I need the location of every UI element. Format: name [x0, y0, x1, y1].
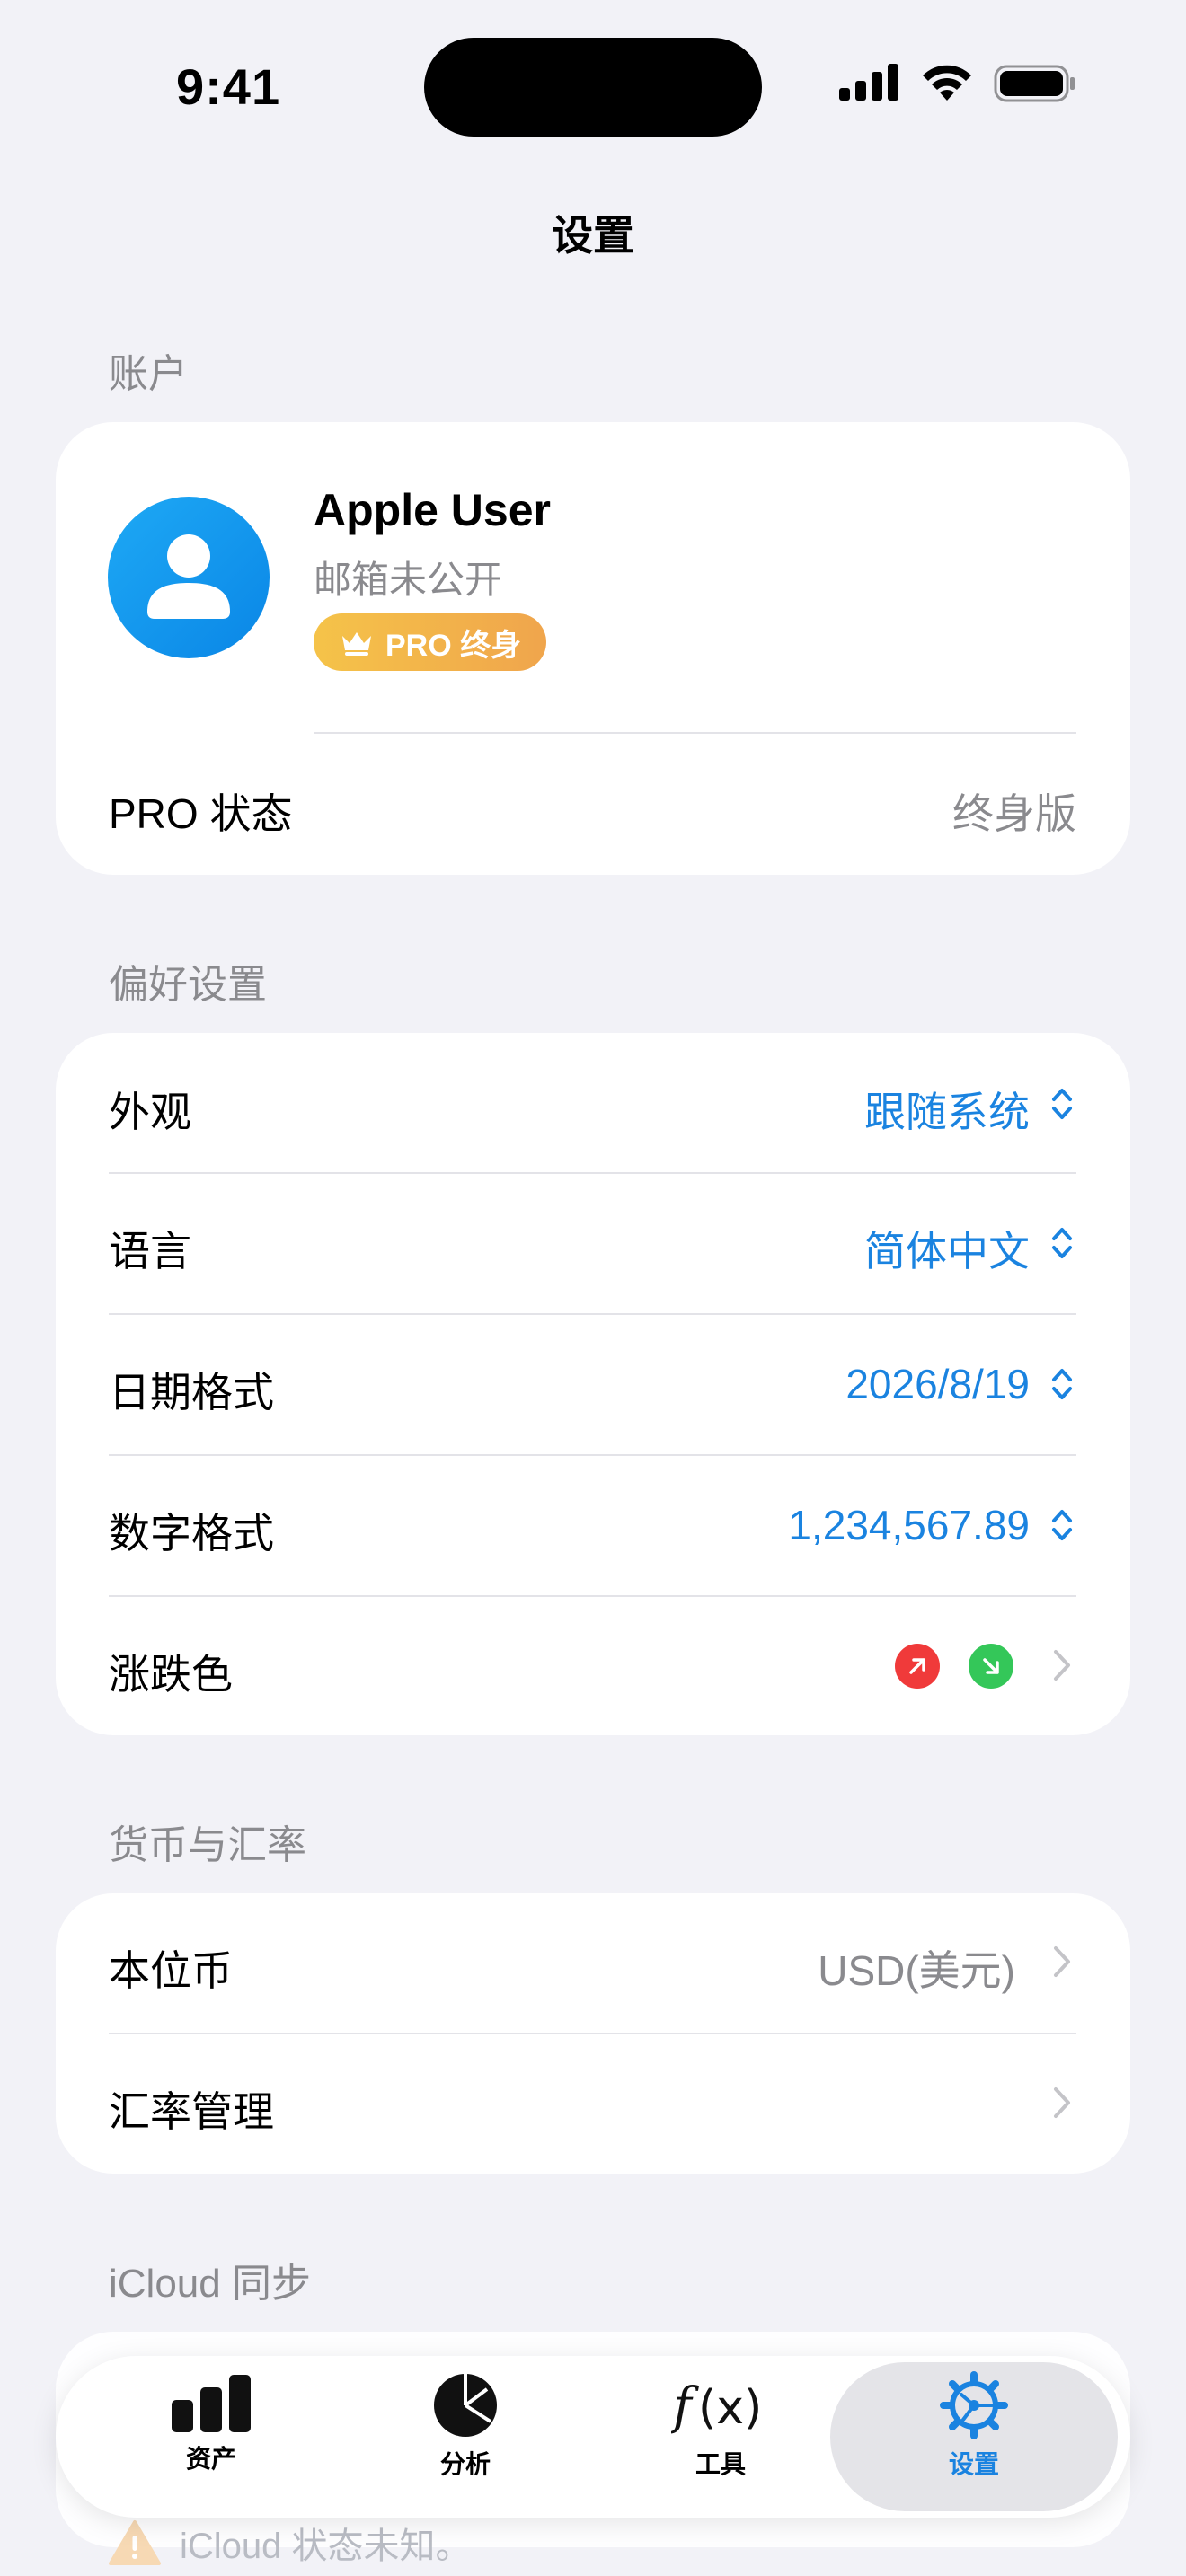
up-color-indicator — [895, 1644, 940, 1689]
language-label: 语言 — [109, 1228, 191, 1275]
user-email: 邮箱未公开 — [314, 559, 503, 601]
cellular-signal-icon — [839, 64, 898, 101]
base-currency-label: 本位币 — [109, 1947, 233, 1994]
date-format-label: 日期格式 — [109, 1369, 274, 1416]
language-row[interactable]: 语言 简体中文 — [56, 1174, 1130, 1314]
dynamic-island — [424, 38, 762, 137]
tab-tools-label: 工具 — [695, 2450, 746, 2478]
status-icons — [837, 63, 1076, 102]
tab-assets-label: 资产 — [185, 2445, 236, 2473]
account-section-header: 账户 — [109, 352, 188, 396]
date-format-value: 2026/8/19 — [845, 1361, 1030, 1407]
person-icon — [147, 534, 230, 619]
pie-chart-icon — [434, 2374, 497, 2437]
pro-status-label: PRO 状态 — [109, 790, 293, 837]
tab-analysis[interactable]: 分析 — [340, 2371, 591, 2502]
currency-section-header: 货币与汇率 — [109, 1823, 306, 1867]
number-format-value: 1,234,567.89 — [788, 1502, 1030, 1548]
up-down-color-row[interactable]: 涨跌色 — [56, 1597, 1130, 1735]
tab-settings-label: 设置 — [948, 2450, 999, 2478]
pro-status-value: 终身版 — [952, 790, 1076, 837]
bar-chart-icon — [172, 2375, 251, 2432]
chevron-up-down-icon — [1052, 1228, 1072, 1258]
tab-analysis-label: 分析 — [439, 2450, 491, 2478]
icloud-status: iCloud 状态未知。 — [108, 2517, 472, 2569]
tab-tools[interactable]: f (x) 工具 — [595, 2371, 846, 2502]
crown-icon — [342, 632, 371, 656]
chevron-right-icon — [1054, 1946, 1070, 1977]
pro-badge: PRO 终身 — [314, 613, 547, 671]
exchange-rates-row[interactable]: 汇率管理 — [56, 2034, 1130, 2174]
svg-text:(x): (x) — [698, 2381, 762, 2435]
chevron-up-down-icon — [1052, 1089, 1072, 1119]
appearance-label: 外观 — [109, 1089, 191, 1135]
date-format-row[interactable]: 日期格式 2026/8/19 — [56, 1315, 1130, 1455]
divider — [314, 732, 1076, 734]
up-down-color-label: 涨跌色 — [109, 1651, 233, 1698]
number-format-label: 数字格式 — [109, 1510, 274, 1557]
battery-icon — [994, 65, 1075, 102]
icloud-status-text: iCloud 状态未知。 — [180, 2527, 472, 2566]
avatar — [108, 497, 270, 658]
down-color-indicator — [969, 1644, 1013, 1689]
warning-icon — [109, 2520, 161, 2565]
arrow-down-right-icon — [983, 1658, 999, 1674]
arrow-up-right-icon — [909, 1658, 925, 1674]
chevron-up-down-icon — [1052, 1510, 1072, 1540]
appearance-value: 跟随系统 — [864, 1089, 1030, 1135]
pro-badge-label: PRO 终身 — [385, 628, 522, 663]
tab-assets[interactable]: 资产 — [85, 2371, 337, 2502]
number-format-row[interactable]: 数字格式 1,234,567.89 — [56, 1456, 1130, 1596]
chevron-right-icon — [1054, 2087, 1070, 2118]
user-name: Apple User — [314, 485, 551, 535]
pro-status-row[interactable]: PRO 状态 终身版 — [56, 751, 1130, 875]
tab-settings[interactable]: 设置 — [848, 2371, 1100, 2502]
gear-icon — [940, 2371, 1008, 2439]
appearance-row[interactable]: 外观 跟随系统 — [56, 1033, 1130, 1173]
exchange-rates-label: 汇率管理 — [109, 2088, 274, 2135]
svg-text:f: f — [671, 2378, 700, 2436]
preferences-section-header: 偏好设置 — [109, 963, 267, 1007]
function-icon: f (x) — [671, 2378, 762, 2436]
chevron-up-down-icon — [1052, 1369, 1072, 1399]
language-value: 简体中文 — [864, 1228, 1030, 1275]
icloud-section-header: iCloud 同步 — [109, 2262, 311, 2306]
status-time: 9:41 — [176, 58, 281, 115]
base-currency-row[interactable]: 本位币 USD(美元) — [56, 1893, 1130, 2033]
base-currency-value: USD(美元) — [818, 1947, 1015, 1994]
wifi-icon — [923, 65, 971, 101]
page-title: 设置 — [552, 212, 634, 259]
chevron-right-icon — [1054, 1650, 1070, 1681]
